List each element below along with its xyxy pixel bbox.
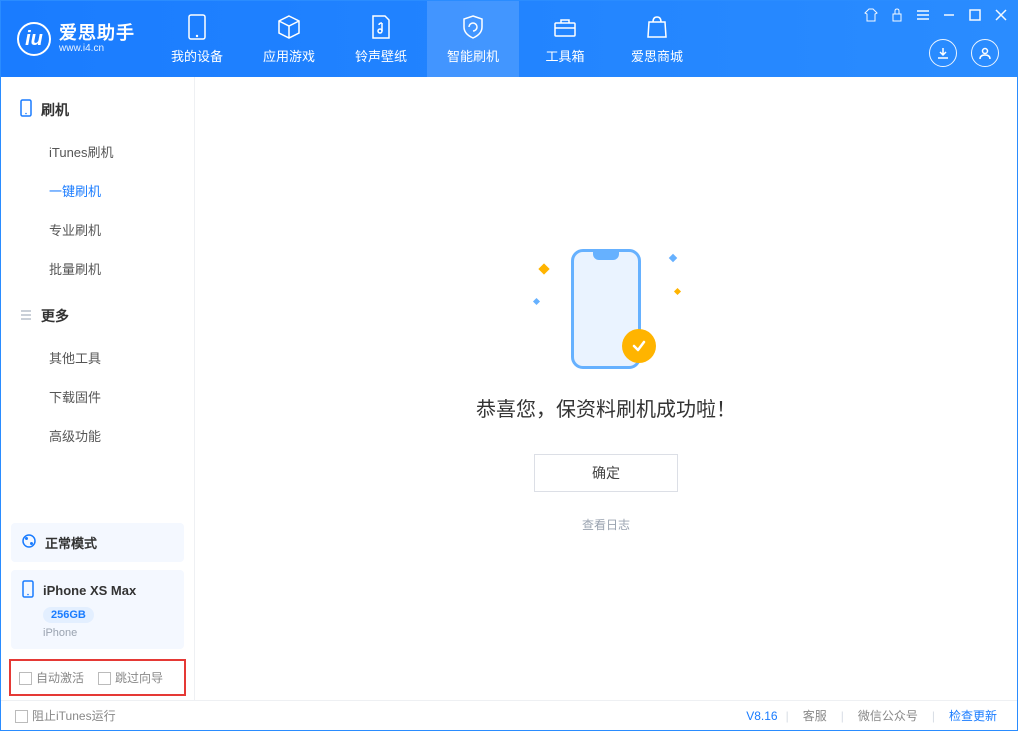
sidebar-item-pro-flash[interactable]: 专业刷机 [1,210,194,249]
sidebar-section-flash: 刷机 [1,91,194,128]
nav-label: 智能刷机 [447,46,499,65]
logo: iu 爱思助手 www.i4.cn [1,1,151,77]
minimize-button[interactable] [941,7,957,23]
logo-text: 爱思助手 www.i4.cn [59,24,135,55]
nav-store[interactable]: 爱思商城 [611,1,703,77]
sidebar-section-more: 更多 [1,298,194,334]
device-card[interactable]: iPhone XS Max 256GB iPhone [11,570,184,649]
sparkle-icon [538,263,549,274]
success-illustration [526,245,686,375]
footer-link-support[interactable]: 客服 [797,707,833,724]
list-icon [19,308,33,325]
toolbox-icon [552,14,578,40]
nav-label: 工具箱 [545,46,584,65]
main-content: 恭喜您，保资料刷机成功啦！ 确定 查看日志 [195,77,1017,700]
checkbox-icon [15,710,28,723]
nav-toolbox[interactable]: 工具箱 [519,1,611,77]
checkbox-skip-guide[interactable]: 跳过向导 [98,669,163,686]
footer-right: V8.16 | 客服 | 微信公众号 | 检查更新 [746,707,1003,724]
phone-icon [19,99,33,120]
sparkle-icon [669,253,677,261]
sparkle-icon [533,297,540,304]
nav-my-device[interactable]: 我的设备 [151,1,243,77]
user-button[interactable] [971,39,999,67]
logo-icon: iu [17,22,51,56]
device-icon [184,14,210,40]
footer-link-wechat[interactable]: 微信公众号 [852,707,924,724]
lock-icon[interactable] [889,7,905,23]
tshirt-icon[interactable] [863,7,879,23]
shield-sync-icon [460,14,486,40]
sidebar-item-itunes-flash[interactable]: iTunes刷机 [1,132,194,171]
sidebar-item-oneclick-flash[interactable]: 一键刷机 [1,171,194,210]
maximize-button[interactable] [967,7,983,23]
nav-label: 爱思商城 [631,46,683,65]
storage-pill: 256GB [43,607,94,623]
bag-icon [644,14,670,40]
download-button[interactable] [929,39,957,67]
section-title: 更多 [41,306,69,326]
view-log-link[interactable]: 查看日志 [582,516,630,533]
checkbox-block-itunes[interactable]: 阻止iTunes运行 [15,707,116,724]
titlebar-controls [863,7,1009,23]
menu-icon[interactable] [915,7,931,23]
checkbox-auto-activate[interactable]: 自动激活 [19,669,84,686]
sidebar: 刷机 iTunes刷机 一键刷机 专业刷机 批量刷机 更多 其他工具 下载固件 … [1,77,195,700]
sidebar-item-batch-flash[interactable]: 批量刷机 [1,249,194,288]
ok-button[interactable]: 确定 [534,454,678,492]
check-badge-icon [622,329,656,363]
device-type: iPhone [43,627,174,639]
app-window: iu 爱思助手 www.i4.cn 我的设备 应用游戏 铃声壁纸 智能刷机 [0,0,1018,731]
sidebar-item-other-tools[interactable]: 其他工具 [1,338,194,377]
success-message: 恭喜您，保资料刷机成功啦！ [476,393,736,422]
device-name: iPhone XS Max [43,583,136,598]
nav-label: 铃声壁纸 [355,46,407,65]
music-file-icon [368,14,394,40]
nav-ringtone-wallpaper[interactable]: 铃声壁纸 [335,1,427,77]
close-button[interactable] [993,7,1009,23]
logo-title: 爱思助手 [59,24,135,44]
main-nav: 我的设备 应用游戏 铃声壁纸 智能刷机 工具箱 爱思商城 [151,1,703,77]
mode-label: 正常模式 [45,533,97,552]
logo-subtitle: www.i4.cn [59,43,135,54]
sidebar-list-flash: iTunes刷机 一键刷机 专业刷机 批量刷机 [1,128,194,298]
section-title: 刷机 [41,100,69,120]
mode-card[interactable]: 正常模式 [11,523,184,562]
sidebar-list-more: 其他工具 下载固件 高级功能 [1,334,194,465]
footer: 阻止iTunes运行 V8.16 | 客服 | 微信公众号 | 检查更新 [1,700,1017,730]
cube-icon [276,14,302,40]
nav-label: 应用游戏 [263,46,315,65]
header: iu 爱思助手 www.i4.cn 我的设备 应用游戏 铃声壁纸 智能刷机 [1,1,1017,77]
device-cards: 正常模式 iPhone XS Max 256GB iPhone [1,517,194,657]
device-icon [21,580,35,601]
body: 刷机 iTunes刷机 一键刷机 专业刷机 批量刷机 更多 其他工具 下载固件 … [1,77,1017,700]
sparkle-icon [674,287,681,294]
nav-smart-flash[interactable]: 智能刷机 [427,1,519,77]
sidebar-item-advanced[interactable]: 高级功能 [1,416,194,455]
footer-link-update[interactable]: 检查更新 [943,707,1003,724]
highlighted-options: 自动激活 跳过向导 [9,659,186,696]
sidebar-item-download-firmware[interactable]: 下载固件 [1,377,194,416]
version-label: V8.16 [746,709,777,723]
nav-label: 我的设备 [171,46,223,65]
checkbox-icon [19,672,32,685]
mode-icon [21,533,37,552]
checkbox-icon [98,672,111,685]
nav-apps-games[interactable]: 应用游戏 [243,1,335,77]
